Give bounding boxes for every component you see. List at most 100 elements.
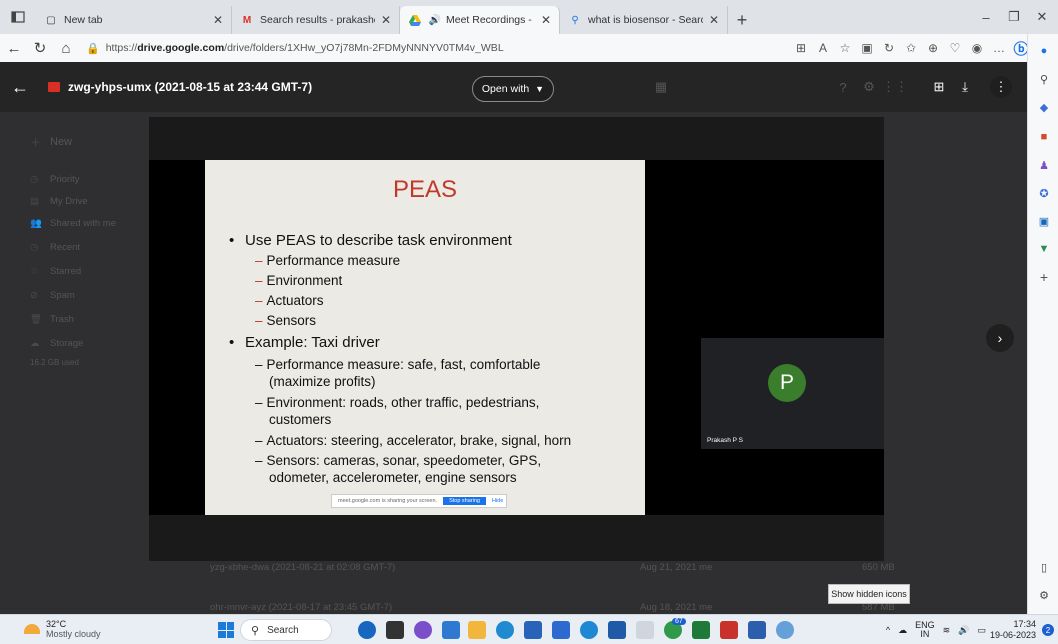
add-shortcut-icon[interactable]: ⊞ bbox=[928, 76, 950, 98]
apps-icon: ⋮⋮ bbox=[882, 79, 908, 94]
slide-bullet: • Example: Taxi driver bbox=[229, 334, 380, 351]
file-row-name[interactable]: yzg-xbhe-dwa (2021-08-21 at 02:08 GMT-7) bbox=[210, 562, 395, 573]
slide-sub-bullet: – Environment: roads, other traffic, pede… bbox=[255, 395, 540, 410]
games-icon[interactable]: ✪ bbox=[1035, 184, 1053, 202]
refresh-icon[interactable]: ↻ bbox=[28, 36, 52, 60]
search-icon[interactable]: ⚲ bbox=[1035, 70, 1053, 88]
language-indicator[interactable]: ENG IN bbox=[915, 621, 935, 639]
app-icon[interactable] bbox=[636, 621, 654, 639]
speaker-icon: 🔊 bbox=[428, 14, 442, 26]
sidebar-item-storage[interactable]: ☁ Storage bbox=[30, 338, 83, 349]
search-icon: ⚲ bbox=[251, 624, 260, 637]
task-view-icon[interactable] bbox=[386, 621, 404, 639]
slide-sub-bullet-cont: customers bbox=[269, 412, 332, 427]
start-button[interactable] bbox=[218, 622, 234, 638]
sidebar-item-shared[interactable]: 👥 Shared with me bbox=[30, 218, 116, 229]
tab-biosensor-search[interactable]: ⚲ what is biosensor - Search ✕ bbox=[560, 6, 728, 34]
tab-gmail[interactable]: M Search results - prakashcse@vce ✕ bbox=[232, 6, 400, 34]
close-tab-icon[interactable]: ✕ bbox=[541, 13, 551, 27]
url-input[interactable]: 🔒 https://drive.google.com/drive/folders… bbox=[86, 37, 690, 59]
teams-icon[interactable] bbox=[414, 621, 432, 639]
sidebar-toggle-icon[interactable]: ▯ bbox=[1035, 558, 1053, 576]
sidebar-item-trash[interactable]: 🗑 Trash bbox=[30, 314, 74, 325]
hide-banner-button[interactable]: Hide bbox=[492, 498, 503, 504]
refresh-page-icon[interactable]: ↻ bbox=[878, 37, 900, 59]
acrobat-icon[interactable] bbox=[720, 621, 738, 639]
more-options-icon[interactable]: … bbox=[988, 37, 1010, 59]
app-available-icon[interactable]: ⊞ bbox=[790, 37, 812, 59]
chrome-icon[interactable] bbox=[580, 621, 598, 639]
back-arrow-icon[interactable]: ← bbox=[2, 36, 26, 60]
close-tab-icon[interactable]: ✕ bbox=[381, 13, 391, 27]
spam-icon: ⊘ bbox=[30, 290, 38, 301]
clock[interactable]: 17:34 19-06-2023 bbox=[990, 619, 1036, 641]
sidebar-item-recent[interactable]: ◷ Recent bbox=[30, 242, 80, 253]
volume-icon[interactable]: 🔊 bbox=[958, 625, 969, 636]
tab-new-tab[interactable]: ▢ New tab ✕ bbox=[36, 6, 232, 34]
edge-browser-icon[interactable] bbox=[496, 621, 514, 639]
excel-icon[interactable] bbox=[692, 621, 710, 639]
settings-gear-icon[interactable]: ⚙ bbox=[1035, 586, 1053, 604]
home-icon[interactable]: ⌂ bbox=[54, 36, 78, 60]
sidebar-item-spam[interactable]: ⊘ Spam bbox=[30, 290, 75, 301]
notification-count-badge[interactable]: 2 bbox=[1042, 624, 1054, 636]
lock-icon: 🔒 bbox=[86, 42, 100, 55]
clock-icon: ◷ bbox=[30, 242, 39, 253]
file-row-date: Aug 21, 2021 me bbox=[640, 562, 713, 573]
close-tab-icon[interactable]: ✕ bbox=[709, 13, 719, 27]
settings-gear-icon: ⚙ bbox=[863, 79, 875, 94]
profile-avatar-icon[interactable]: ◉ bbox=[966, 37, 988, 59]
tools-icon[interactable]: ♟ bbox=[1035, 156, 1053, 174]
browser-essentials-icon[interactable]: ♡ bbox=[944, 37, 966, 59]
add-plus-icon[interactable]: + bbox=[1035, 268, 1053, 286]
file-explorer-icon[interactable] bbox=[468, 621, 486, 639]
file-row-date: Aug 18, 2021 me bbox=[640, 602, 713, 613]
close-window-button[interactable]: ✕ bbox=[1024, 0, 1058, 34]
app-misc-icon[interactable] bbox=[776, 621, 794, 639]
workspaces-icon[interactable] bbox=[0, 0, 36, 34]
read-aloud-icon[interactable]: A bbox=[812, 37, 834, 59]
wifi-icon[interactable]: ≋ bbox=[943, 625, 951, 636]
shopping-icon[interactable]: ■ bbox=[1035, 128, 1053, 146]
notification-bell-icon[interactable]: ● bbox=[1035, 42, 1053, 60]
onedrive-icon[interactable]: ☁ bbox=[898, 625, 907, 636]
apps-grid-icon: ▦ bbox=[654, 79, 668, 94]
unread-badge: 67 bbox=[672, 618, 686, 625]
cloud-icon: ☁ bbox=[30, 338, 40, 349]
favorites-icon[interactable]: ✩ bbox=[900, 37, 922, 59]
more-actions-icon[interactable]: ⋮ bbox=[990, 76, 1012, 98]
battery-icon[interactable]: ▭ bbox=[977, 625, 986, 636]
drop-icon[interactable]: ▼ bbox=[1035, 240, 1053, 258]
weather-widget[interactable]: 32°C Mostly cloudy bbox=[24, 619, 101, 639]
favorite-star-icon[interactable]: ☆ bbox=[834, 37, 856, 59]
sidebar-item-my-drive[interactable]: ▤ My Drive bbox=[30, 196, 87, 207]
collections-icon[interactable]: ⊕ bbox=[922, 37, 944, 59]
show-hidden-icons-chevron[interactable]: ^ bbox=[886, 625, 890, 635]
outlook-icon[interactable]: ▣ bbox=[1035, 212, 1053, 230]
word-icon[interactable] bbox=[748, 621, 766, 639]
back-arrow-icon[interactable]: ← bbox=[0, 67, 40, 107]
store-icon[interactable] bbox=[524, 621, 542, 639]
file-row-name[interactable]: ohr-mnvr-ayz (2021-08-17 at 23:45 GMT-7) bbox=[210, 602, 392, 613]
video-player[interactable]: PEAS • Use PEAS to describe task environm… bbox=[149, 117, 884, 561]
taskbar-search[interactable]: ⚲ Search bbox=[240, 619, 332, 641]
stop-sharing-button[interactable]: Stop sharing bbox=[443, 497, 486, 505]
tab-meet-recordings[interactable]: 🔊 Meet Recordings - Google [ ✕ bbox=[400, 6, 560, 34]
close-tab-icon[interactable]: ✕ bbox=[213, 13, 223, 27]
new-button[interactable]: ＋ New bbox=[30, 134, 72, 150]
sidebar-item-starred[interactable]: ☆ Starred bbox=[30, 266, 81, 277]
tag-icon[interactable]: ◆ bbox=[1035, 98, 1053, 116]
file-name: zwg-yhps-umx (2021-08-15 at 23:44 GMT-7) bbox=[68, 80, 313, 94]
sidebar-item-priority[interactable]: ◷ Priority bbox=[30, 174, 80, 185]
mail-icon[interactable] bbox=[442, 621, 460, 639]
next-file-button[interactable]: › bbox=[986, 324, 1014, 352]
extension-icon[interactable]: ▣ bbox=[856, 37, 878, 59]
word-app-icon[interactable] bbox=[552, 621, 570, 639]
download-icon[interactable]: ⤓ bbox=[954, 76, 976, 98]
new-tab-button[interactable]: + bbox=[728, 6, 756, 34]
slide-sub-bullet: – Sensors: cameras, sonar, speedometer, G… bbox=[255, 453, 542, 468]
calendar-icon[interactable] bbox=[608, 621, 626, 639]
open-with-button[interactable]: Open with ▼ bbox=[472, 76, 554, 102]
bing-app-icon[interactable] bbox=[358, 621, 376, 639]
slide-bullet: • Use PEAS to describe task environment bbox=[229, 232, 512, 249]
